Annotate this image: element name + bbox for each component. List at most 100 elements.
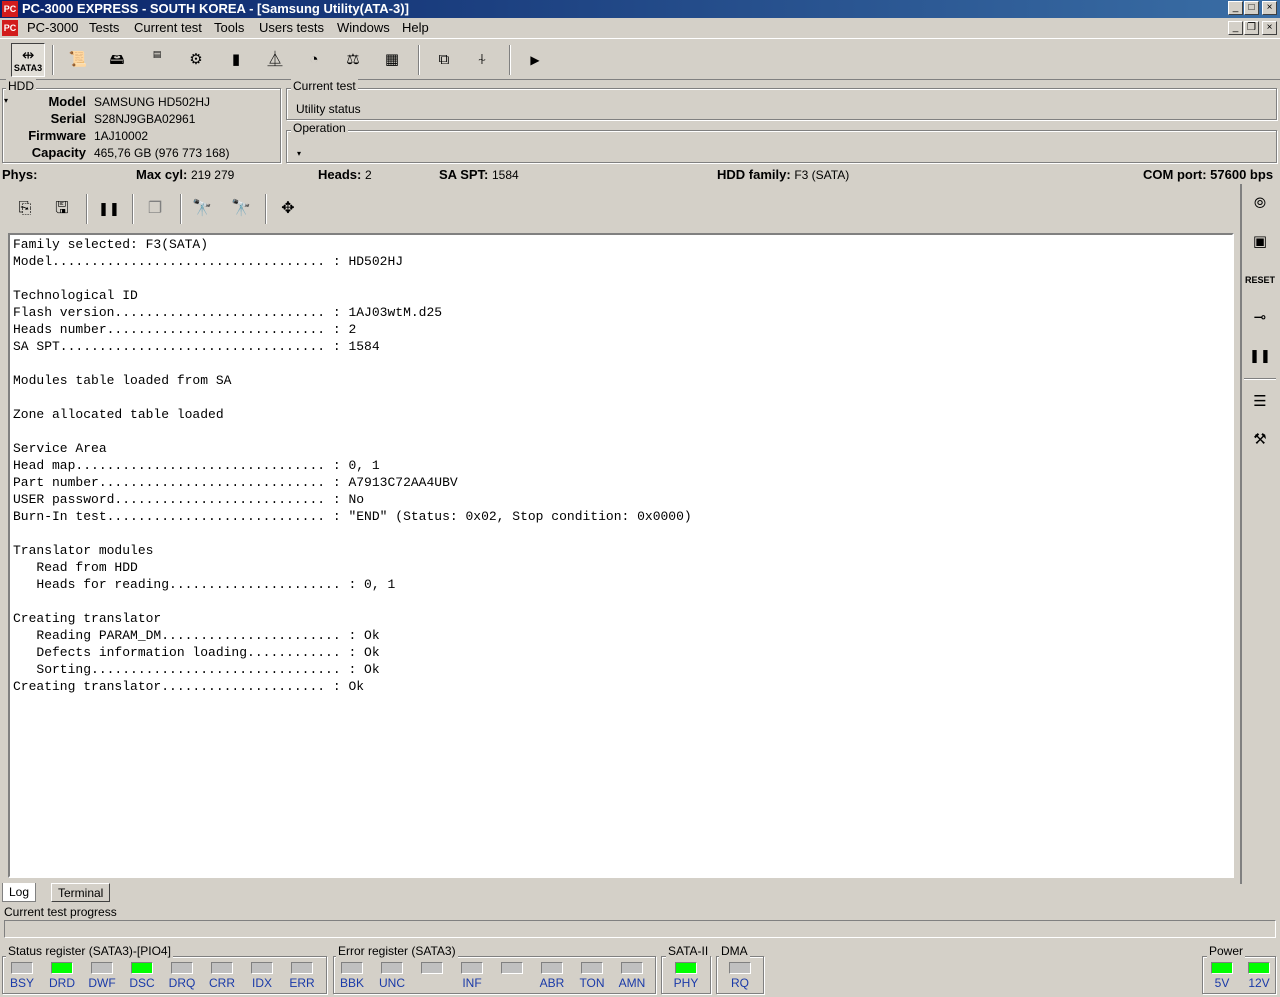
- power-label: Power: [1207, 944, 1246, 958]
- find-icon[interactable]: 🔭: [185, 192, 219, 226]
- dwf-led-label: DWF: [88, 976, 116, 990]
- right-pause-icon[interactable]: ❚❚: [1244, 340, 1276, 372]
- menu-current-test[interactable]: Current test: [131, 20, 205, 35]
- menu-help[interactable]: Help: [399, 20, 432, 35]
- dwf-led: [91, 962, 113, 974]
- menu-pc3000[interactable]: PC-3000: [24, 20, 81, 35]
- balance-icon[interactable]: ⚖: [336, 43, 370, 77]
- error-register-label: Error register (SATA3): [336, 944, 458, 958]
- tab-log[interactable]: Log: [2, 883, 37, 902]
- menu-windows[interactable]: Windows: [334, 20, 393, 35]
- dsc-led-label: DSC: [129, 976, 155, 990]
- sata2-label: SATA-II: [666, 944, 711, 958]
- inf-led: [461, 962, 483, 974]
- menu-users-tests[interactable]: Users tests: [256, 20, 327, 35]
- current-test-group: [286, 88, 1277, 120]
- tools-icon[interactable]: ⚒: [1244, 424, 1276, 456]
- idx-led-label: IDX: [251, 976, 272, 990]
- drq-led: [171, 962, 193, 974]
- ton-led-label: TON: [579, 976, 605, 990]
- pause-icon[interactable]: ❚❚: [92, 192, 126, 226]
- power-cycle-icon[interactable]: ⦾: [1244, 188, 1276, 220]
- log-line: Heads number............................…: [13, 322, 357, 337]
- minimize-button[interactable]: _: [1228, 1, 1243, 15]
- log-line: Read from HDD: [13, 560, 138, 575]
- current-test-value: Utility status: [296, 102, 361, 116]
- sata-plug-icon: ⇹: [21, 47, 35, 64]
- capacity-label: Capacity: [31, 145, 86, 160]
- list-down-icon[interactable]: ☰: [1244, 386, 1276, 418]
- right-separator: [1244, 378, 1276, 380]
- chip-icon[interactable]: ▮: [219, 43, 253, 77]
- rq-led-label: RQ: [731, 976, 749, 990]
- copy-icon[interactable]: ❐: [138, 192, 172, 226]
- bbk-led: [341, 962, 363, 974]
- copy-windows-icon[interactable]: ⧉: [427, 43, 461, 77]
- unc-led: [381, 962, 403, 974]
- log-line: Zone allocated table loaded: [13, 407, 224, 422]
- mdi-app-icon[interactable]: PC: [2, 20, 18, 36]
- drive-info-icon[interactable]: 🖴: [100, 43, 134, 77]
- operation-chevron-icon[interactable]: ▾: [297, 149, 301, 158]
- unused-led: [421, 962, 443, 974]
- settings-gear-icon[interactable]: ⚙: [179, 43, 213, 77]
- grid-icon[interactable]: ▦: [375, 43, 409, 77]
- window-title: PC-3000 EXPRESS - SOUTH KOREA - [Samsung…: [22, 1, 409, 16]
- board-icon[interactable]: ▣: [1244, 226, 1276, 258]
- bbk-led-label: BBK: [339, 976, 364, 990]
- scroll-icon[interactable]: 📜: [61, 43, 95, 77]
- maximize-button[interactable]: □: [1244, 1, 1259, 15]
- capacity-value: 465,76 GB (976 773 168): [94, 146, 230, 160]
- unused-led: [501, 962, 523, 974]
- operation-group: [286, 130, 1277, 163]
- saspt-info: SA SPT: 1584: [439, 167, 519, 182]
- log-line: Part number.............................…: [13, 475, 458, 490]
- log-line: Translator modules: [13, 543, 154, 558]
- menu-tools[interactable]: Tools: [211, 20, 247, 35]
- log-separator: [132, 194, 134, 224]
- save-icon[interactable]: 🖫: [45, 192, 79, 226]
- log-line: Defects information loading............ …: [13, 645, 380, 660]
- disk-icon[interactable]: ◔: [297, 43, 331, 77]
- abr-led: [541, 962, 563, 974]
- title-bar: PC PC-3000 EXPRESS - SOUTH KOREA - [Sams…: [0, 0, 1280, 18]
- close-button[interactable]: ×: [1262, 1, 1277, 15]
- mdi-minimize-button[interactable]: _: [1228, 21, 1243, 35]
- bsy-led: [11, 962, 33, 974]
- operation-label: Operation: [291, 121, 348, 135]
- sata3-port-button[interactable]: ⇹ SATA3: [11, 43, 45, 77]
- log-line: Model...................................…: [13, 254, 404, 269]
- baudrate-icon[interactable]: ▤: [140, 43, 174, 77]
- head-icon[interactable]: ⍭: [465, 43, 499, 77]
- switch-icon[interactable]: ⊸: [1244, 302, 1276, 334]
- maxcyl-info: Max cyl: 219 279: [136, 167, 235, 182]
- phys-label: Phys:: [2, 167, 38, 182]
- serial-label: Serial: [50, 111, 86, 126]
- menu-tests[interactable]: Tests: [86, 20, 122, 35]
- find-next-icon[interactable]: 🔭: [224, 192, 258, 226]
- mdi-restore-button[interactable]: ❐: [1244, 21, 1259, 35]
- reset-icon[interactable]: RESET: [1244, 264, 1276, 296]
- log-line: USER password...........................…: [13, 492, 365, 507]
- hdd-family-info: HDD family: F3 (SATA): [717, 167, 850, 182]
- serial-value: S28NJ9GBA02961: [94, 112, 196, 126]
- play-icon[interactable]: ▶: [518, 43, 552, 77]
- hdd-group-label: HDD: [6, 79, 36, 93]
- tab-terminal[interactable]: Terminal: [51, 883, 111, 902]
- load-icon[interactable]: ⎘: [8, 192, 42, 226]
- app-logo-icon: PC: [2, 1, 18, 17]
- unc-led-label: UNC: [379, 976, 405, 990]
- mdi-close-button[interactable]: ×: [1262, 21, 1277, 35]
- toolbar-separator: [418, 45, 420, 75]
- bsy-led-label: BSY: [9, 976, 34, 990]
- scale-icon[interactable]: ⏅: [258, 43, 292, 77]
- log-line: Heads for reading...................... …: [13, 577, 396, 592]
- log-line: Modules table loaded from SA: [13, 373, 232, 388]
- log-output[interactable]: Family selected: F3(SATA) Model..........…: [8, 233, 1234, 878]
- progress-bar: [4, 920, 1276, 938]
- ton-led: [581, 962, 603, 974]
- abr-led-label: ABR: [539, 976, 565, 990]
- move-arrows-icon[interactable]: ✥: [271, 192, 305, 226]
- log-separator: [180, 194, 182, 224]
